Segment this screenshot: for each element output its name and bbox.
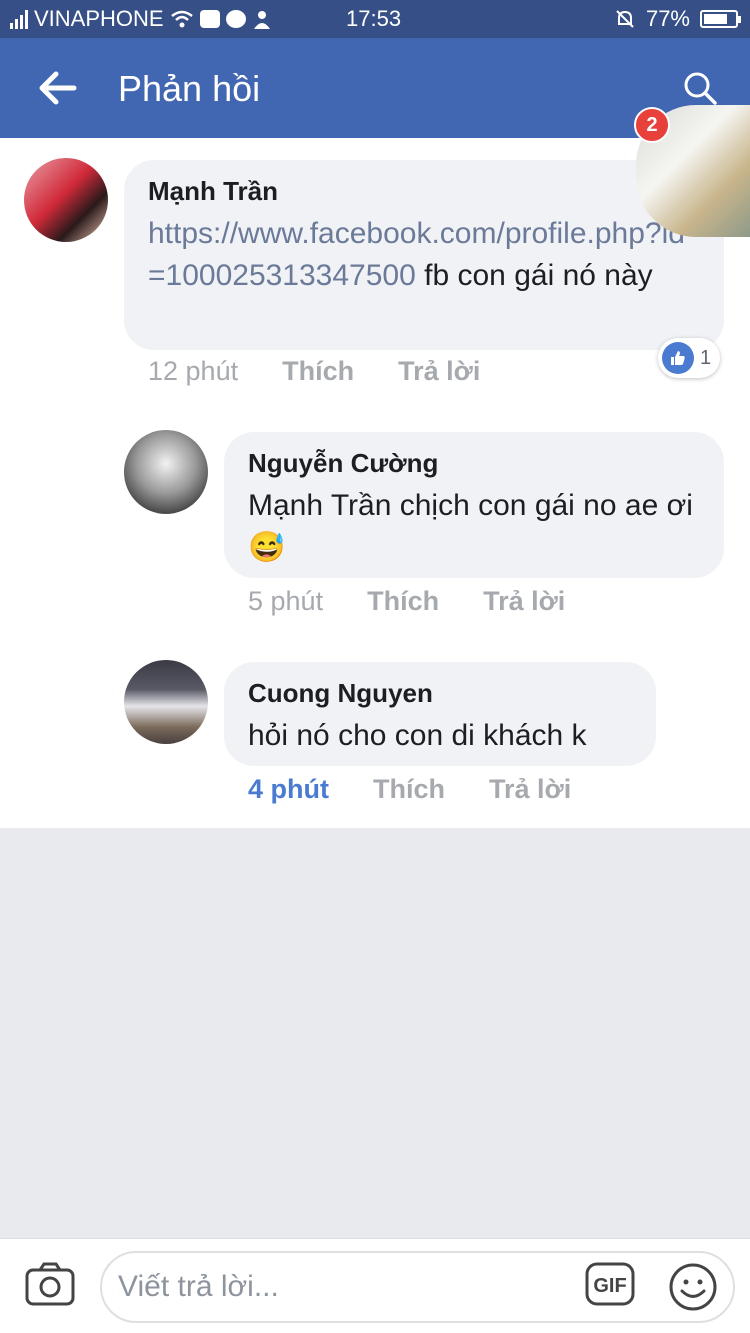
emoji: 😅 xyxy=(248,531,286,564)
messenger-icon xyxy=(225,10,246,28)
status-left: VINAPHONE xyxy=(10,6,272,32)
reply-button[interactable]: Trả lời xyxy=(483,586,565,617)
comment-actions: 5 phút Thích Trả lời xyxy=(248,586,565,617)
comment-time: 5 phút xyxy=(248,586,324,616)
status-bar: VINAPHONE 17:53 77% xyxy=(0,0,750,38)
gif-label: GIF xyxy=(593,1275,626,1297)
avatar[interactable] xyxy=(124,660,208,744)
reply-composer: Viết trả lời... xyxy=(0,1238,750,1333)
reaction-count: 1 xyxy=(700,346,712,369)
camera-icon[interactable] xyxy=(24,1261,76,1307)
comment-time: 4 phút xyxy=(248,774,329,804)
comment-author[interactable]: Mạnh Trần xyxy=(148,176,700,207)
comment-actions: 4 phút Thích Trả lời xyxy=(248,774,571,805)
comment-body: fb con gái nó này xyxy=(424,259,653,292)
wifi-icon xyxy=(170,10,193,28)
like-button[interactable]: Thích xyxy=(367,586,439,617)
comment-body: hỏi nó cho con di khách k xyxy=(248,719,587,752)
reaction-badge[interactable]: 1 xyxy=(658,338,720,378)
mail-icon xyxy=(199,10,220,28)
reply-button[interactable]: Trả lời xyxy=(398,356,480,387)
comment-text: Mạnh Trần chịch con gái no ae ơi 😅 xyxy=(248,485,700,569)
comment-thread: Mạnh Trần https://www.facebook.com/profi… xyxy=(0,138,750,828)
gif-icon[interactable]: GIF xyxy=(585,1262,635,1306)
comment-actions: 12 phút Thích Trả lời xyxy=(148,356,480,387)
reply-button[interactable]: Trả lời xyxy=(489,774,571,805)
status-right: 77% xyxy=(614,6,741,32)
thumbs-up-icon xyxy=(662,342,694,374)
emoji-icon[interactable] xyxy=(668,1262,718,1312)
comment-time: 12 phút xyxy=(148,356,239,386)
comment-bubble[interactable]: Cuong Nguyen hỏi nó cho con di khách k xyxy=(224,662,656,766)
comment-author[interactable]: Nguyễn Cường xyxy=(248,448,700,479)
unread-badge: 2 xyxy=(634,107,670,143)
carrier-name: VINAPHONE xyxy=(34,6,164,31)
comment-text: https://www.facebook.com/profile.php?id=… xyxy=(148,213,700,297)
avatar[interactable] xyxy=(24,158,108,242)
bell-muted-icon xyxy=(616,10,634,28)
comment-bubble[interactable]: Nguyễn Cường Mạnh Trần chịch con gái no … xyxy=(224,432,724,578)
reply-input[interactable]: Viết trả lời... xyxy=(100,1251,735,1323)
signal-icon xyxy=(10,9,28,29)
comment-body: Mạnh Trần chịch con gái no ae ơi xyxy=(248,489,693,522)
arrow-left-icon[interactable] xyxy=(38,70,78,106)
battery-icon xyxy=(700,10,741,28)
comment-text: hỏi nó cho con di khách k xyxy=(248,715,632,757)
clock: 17:53 xyxy=(346,6,402,31)
person-icon xyxy=(253,11,270,29)
avatar[interactable] xyxy=(124,430,208,514)
page-title: Phản hồi xyxy=(118,68,261,109)
like-button[interactable]: Thích xyxy=(373,774,445,805)
chat-head[interactable]: 2 xyxy=(634,105,750,237)
comment-author[interactable]: Cuong Nguyen xyxy=(248,678,632,709)
battery-percent: 77% xyxy=(645,6,690,31)
like-button[interactable]: Thích xyxy=(282,356,354,387)
search-icon[interactable] xyxy=(682,70,718,106)
